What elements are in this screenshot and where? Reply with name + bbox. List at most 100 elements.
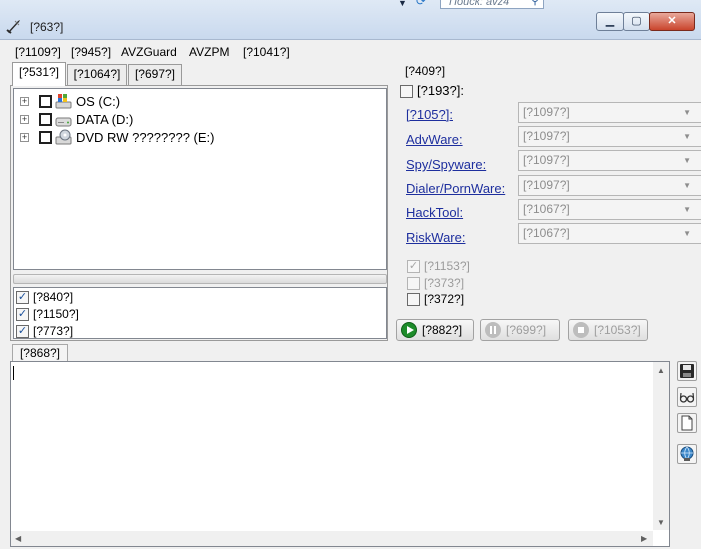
option-label: [?1153?]: [424, 259, 470, 273]
select-value: [?1067?]: [523, 226, 570, 240]
expand-icon[interactable]: +: [20, 97, 29, 106]
option-label: [?372?]: [424, 292, 465, 306]
treatment-checkbox[interactable]: ✓: [400, 85, 413, 98]
chevron-down-icon: ▼: [683, 229, 691, 238]
tree-item-drive-d[interactable]: + DATA (D:): [20, 110, 380, 128]
stop-icon: [573, 322, 589, 338]
window-title: [?63?]: [30, 20, 64, 34]
stop-label: [?1053?]: [594, 323, 641, 337]
log-horizontal-scrollbar[interactable]: ◀ ▶: [11, 531, 653, 546]
network-button[interactable]: [677, 444, 697, 464]
play-icon: [401, 322, 417, 338]
start-button[interactable]: [?882?]: [396, 319, 474, 341]
chevron-down-icon: ▼: [683, 108, 691, 117]
save-log-button[interactable]: [677, 361, 697, 381]
drive-label: OS (C:): [76, 94, 121, 109]
threat-action-select[interactable]: [?1097?] ▼: [518, 102, 701, 123]
drive-label: DVD RW ???????? (E:): [76, 130, 215, 145]
view-log-button[interactable]: [677, 387, 697, 407]
select-value: [?1097?]: [523, 129, 570, 143]
tab-search-area[interactable]: [?531?]: [12, 62, 66, 86]
threat-link-hacktool[interactable]: HackTool:: [406, 205, 463, 220]
chevron-down-icon: ▼: [683, 181, 691, 190]
tree-item-drive-e[interactable]: + DVD RW ???????? (E:): [20, 128, 380, 146]
treatment-label: [?193?]:: [417, 83, 464, 98]
dropdown-arrow-icon[interactable]: ▼: [398, 0, 407, 8]
select-value: [?1067?]: [523, 202, 570, 216]
tab-file-types[interactable]: [?1064?]: [67, 64, 127, 85]
scan-progress-bar: [13, 274, 387, 284]
menu-bar: [?1109?] [?945?] AVZGuard AVZPM [?1041?]: [0, 40, 701, 62]
title-bar: ▼ ⟳ Поиск: avz4 ⚲ [?63?] ▁ ▢ ✕: [0, 0, 701, 40]
threat-link-riskware[interactable]: RiskWare:: [406, 230, 465, 245]
option-checkbox[interactable]: ✓: [16, 291, 29, 304]
option-label: [?840?]: [33, 290, 74, 304]
close-button[interactable]: ✕: [649, 12, 695, 31]
blank-page-icon: [681, 415, 693, 431]
log-tab[interactable]: [?868?]: [12, 344, 68, 362]
drive-checkbox[interactable]: [39, 95, 52, 108]
text-caret: [13, 366, 14, 380]
drive-label: DATA (D:): [76, 112, 134, 127]
option-label: [?1150?]: [33, 307, 79, 321]
threat-link-dialer[interactable]: Dialer/PornWare:: [406, 181, 505, 196]
drive-checkbox[interactable]: [39, 113, 52, 126]
threat-action-select[interactable]: [?1097?] ▼: [518, 175, 701, 196]
threat-action-select[interactable]: [?1067?] ▼: [518, 223, 701, 244]
select-value: [?1097?]: [523, 178, 570, 192]
threat-action-select[interactable]: [?1097?] ▼: [518, 126, 701, 147]
chevron-down-icon: ▼: [683, 205, 691, 214]
menu-avzguard[interactable]: AVZGuard: [121, 45, 177, 59]
option-checkbox[interactable]: ✓: [407, 260, 420, 273]
threat-link-spyware[interactable]: Spy/Spyware:: [406, 157, 486, 172]
select-value: [?1097?]: [523, 105, 570, 119]
start-label: [?882?]: [422, 323, 463, 337]
dvd-drive-icon: [55, 129, 72, 145]
scroll-right-icon[interactable]: ▶: [641, 534, 647, 543]
floppy-disk-icon: [680, 364, 694, 378]
option-checkbox[interactable]: ✓: [16, 325, 29, 338]
threat-action-select[interactable]: [?1097?] ▼: [518, 150, 701, 171]
option-checkbox[interactable]: [407, 277, 420, 290]
clear-log-button[interactable]: [677, 413, 697, 433]
threat-action-select[interactable]: [?1067?] ▼: [518, 199, 701, 220]
pause-label: [?699?]: [506, 323, 547, 337]
pause-button[interactable]: [?699?]: [480, 319, 560, 341]
log-textarea[interactable]: [10, 361, 670, 547]
threat-link-adware[interactable]: AdvWare:: [406, 132, 463, 147]
search-icon: ⚲: [530, 0, 539, 7]
system-drive-icon: [55, 94, 72, 109]
chevron-down-icon: ▼: [683, 156, 691, 165]
scroll-down-icon[interactable]: ▼: [657, 518, 665, 527]
scan-options-list: ✓ [?840?] ✓ [?1150?] ✓ [?773?]: [13, 287, 387, 339]
tab-search-params[interactable]: [?697?]: [128, 64, 182, 85]
refresh-icon[interactable]: ⟳: [416, 0, 432, 8]
background-search-text: Поиск: avz4: [449, 0, 510, 8]
menu-file[interactable]: [?1109?]: [15, 45, 61, 59]
menu-help[interactable]: [?1041?]: [243, 45, 290, 59]
background-search-box[interactable]: Поиск: avz4 ⚲: [440, 0, 544, 9]
threat-link-viruses[interactable]: [?105?]:: [406, 107, 453, 122]
expand-icon[interactable]: +: [20, 115, 29, 124]
stop-button[interactable]: [?1053?]: [568, 319, 648, 341]
drive-checkbox[interactable]: [39, 131, 52, 144]
option-label: [?373?]: [424, 276, 465, 290]
option-checkbox[interactable]: [407, 293, 420, 306]
scroll-up-icon[interactable]: ▲: [657, 366, 665, 375]
select-value: [?1097?]: [523, 153, 570, 167]
maximize-button[interactable]: ▢: [623, 12, 650, 31]
option-checkbox[interactable]: ✓: [16, 308, 29, 321]
option-label: [?773?]: [33, 324, 74, 338]
globe-network-icon: [680, 446, 694, 461]
expand-icon[interactable]: +: [20, 133, 29, 142]
scroll-left-icon[interactable]: ◀: [15, 534, 21, 543]
hard-drive-icon: [55, 117, 72, 127]
log-vertical-scrollbar[interactable]: ▲ ▼: [653, 362, 669, 530]
minimize-button[interactable]: ▁: [596, 12, 624, 31]
app-sword-icon: [6, 20, 20, 34]
chevron-down-icon: ▼: [683, 132, 691, 141]
drive-tree[interactable]: + OS (C:) + DATA (D:) + DVD RW ???????? …: [13, 88, 387, 270]
tree-item-drive-c[interactable]: + OS (C:): [20, 92, 380, 110]
menu-service[interactable]: [?945?]: [71, 45, 111, 59]
menu-avzpm[interactable]: AVZPM: [189, 45, 229, 59]
